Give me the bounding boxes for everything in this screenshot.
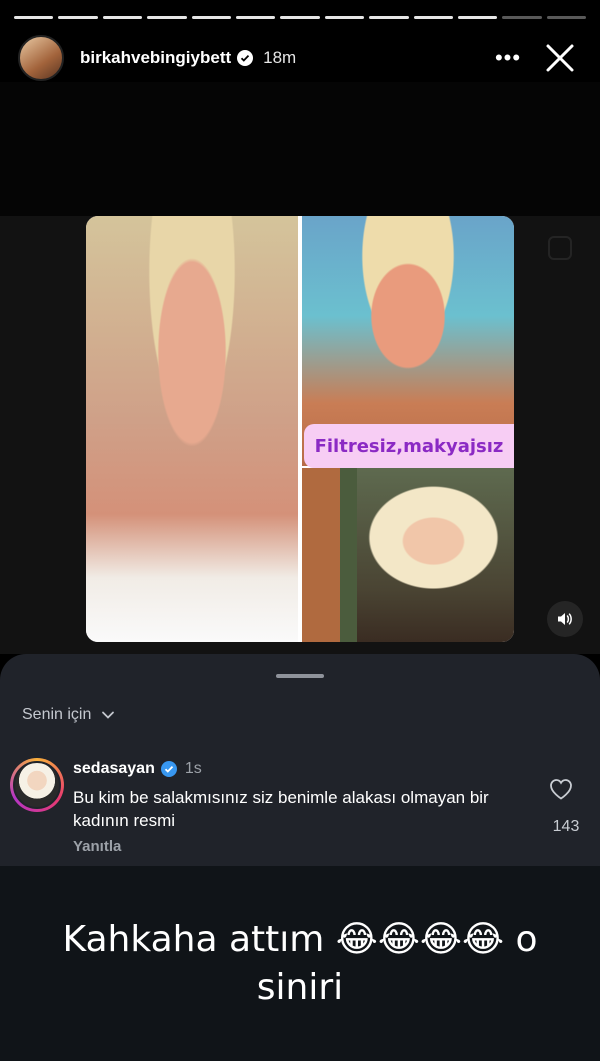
progress-segment (191, 16, 231, 19)
progress-segment (324, 16, 365, 19)
progress-segment (457, 16, 498, 19)
comment-timestamp: 1s (184, 760, 202, 777)
photo-filtered-selfie (302, 468, 514, 642)
sound-toggle-button[interactable] (547, 601, 583, 637)
shared-post-collage[interactable]: Filtresiz,makyajsız (86, 216, 514, 642)
progress-segment (102, 16, 143, 19)
verified-badge-icon (160, 761, 177, 777)
chevron-down-icon (102, 711, 115, 719)
comments-sort-label: Senin için (22, 706, 92, 723)
story-background-top (0, 82, 600, 216)
progress-segment (546, 16, 587, 19)
more-options-icon[interactable]: ••• (488, 38, 528, 78)
story-progress-bar (14, 16, 587, 19)
progress-segment (58, 16, 98, 19)
progress-segment (14, 16, 54, 19)
story-caption-area: Kahkaha attım 😂😂😂😂 o siniri (0, 866, 600, 1061)
comment-item: sedasayan 1s Bu kim be salakmısınız siz … (10, 754, 582, 866)
progress-segment (235, 16, 276, 19)
progress-segment (280, 16, 320, 19)
comments-sheet: Senin için sedasayan 1s Bu kim be salakm… (0, 654, 600, 866)
story-timestamp: 18m (263, 48, 297, 67)
progress-segment (369, 16, 409, 19)
progress-segment (413, 16, 453, 19)
story-author-avatar[interactable] (18, 35, 64, 81)
reply-button[interactable]: Yanıtla (73, 838, 121, 855)
sheet-drag-handle[interactable] (276, 674, 324, 678)
photo-unfiltered-portrait (86, 216, 298, 642)
like-button[interactable] (546, 778, 576, 800)
commenter-username[interactable]: sedasayan (73, 760, 155, 778)
shared-post-icon (548, 236, 572, 260)
speaker-icon (558, 613, 572, 625)
comment-text: Bu kim be salakmısınız siz benimle alaka… (73, 788, 489, 830)
story-header: birkahvebingiybett 18m ••• (18, 34, 582, 82)
close-icon[interactable] (538, 36, 582, 80)
verified-badge-icon (237, 50, 254, 66)
filter-label-banner: Filtresiz,makyajsız (304, 424, 514, 468)
story-caption-text: Kahkaha attım 😂😂😂😂 o siniri (62, 919, 538, 1008)
heart-icon (550, 779, 572, 800)
commenter-avatar[interactable] (10, 758, 64, 812)
story-author-username[interactable]: birkahvebingiybett (80, 48, 231, 68)
progress-segment (502, 16, 542, 19)
like-count: 143 (552, 818, 580, 835)
comments-sort-dropdown[interactable]: Senin için (22, 706, 115, 724)
progress-segment (147, 16, 187, 19)
